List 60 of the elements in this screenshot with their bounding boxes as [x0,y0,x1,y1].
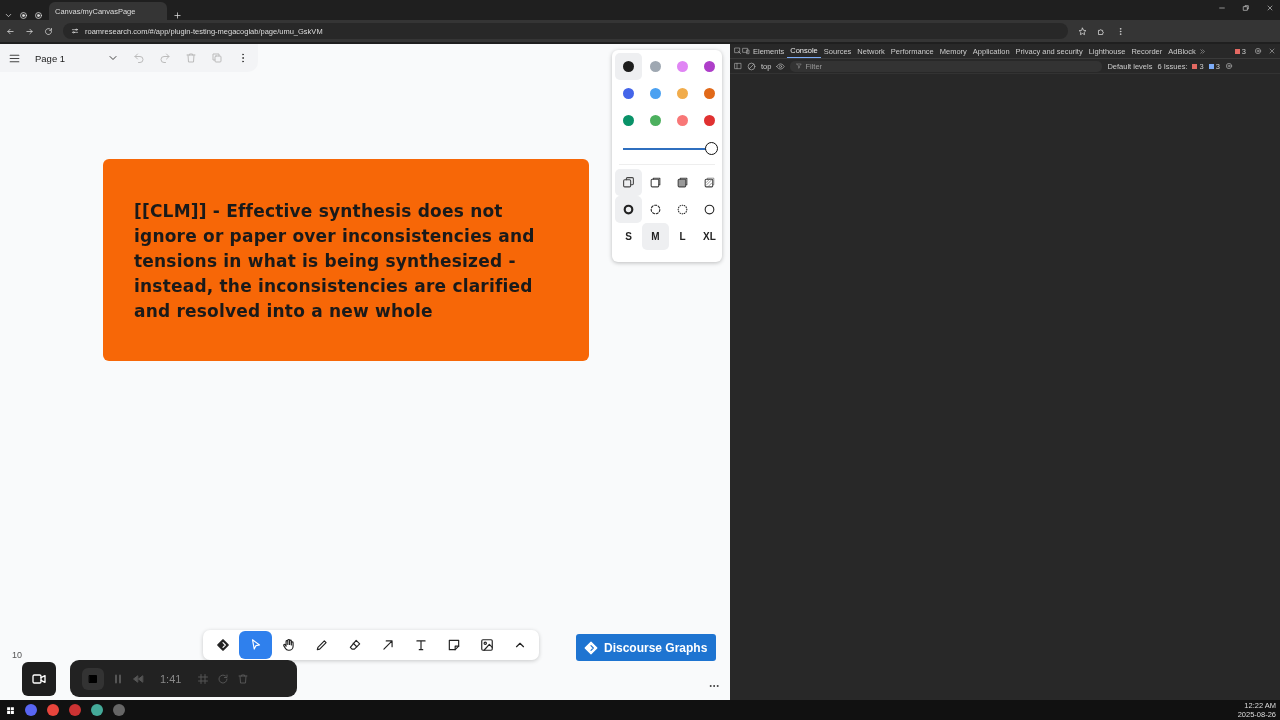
zoom-level[interactable]: 10 [12,650,22,660]
arrow-icon [380,638,395,652]
close-icon[interactable] [1266,4,1274,12]
menu-icon[interactable] [1116,26,1125,36]
chevron-double-right-icon[interactable] [1198,47,1206,55]
size-option[interactable]: M [642,223,669,250]
settings-icon[interactable] [1224,62,1233,70]
circle-icon [703,203,716,216]
text-icon [413,638,428,652]
settings-icon[interactable] [1254,47,1262,55]
device-icon[interactable] [742,47,750,55]
size-option[interactable]: L [669,223,696,250]
sticky-note-icon [446,638,461,652]
eraser-icon [347,638,362,652]
app-icon[interactable] [113,704,125,716]
back-icon[interactable] [6,26,15,36]
camera-button[interactable] [22,662,56,696]
star-icon[interactable] [1078,26,1087,36]
diamond-icon [215,638,230,652]
page-name[interactable]: Page 1 [35,52,93,64]
image-icon [479,638,494,652]
plus-icon[interactable] [173,11,182,20]
browser-icon[interactable] [47,704,59,716]
reload-icon[interactable] [44,26,53,36]
stop-icon [87,672,99,685]
eye-icon[interactable] [776,61,786,71]
circle-dashed-icon [649,203,662,216]
hand-icon [281,638,296,652]
app-icon[interactable] [25,704,37,716]
forward-icon[interactable] [25,26,34,36]
recording-time: 1:41 [160,672,182,685]
filter-icon [796,63,803,69]
color-swatch[interactable] [615,53,642,80]
discourse-graphs-button[interactable]: Discourse Graphs [576,634,716,661]
stroke-option[interactable] [615,196,642,223]
fill-pattern-icon [703,176,716,189]
sidebar-icon[interactable] [734,62,742,70]
video-camera-icon [31,671,47,687]
inspect-icon[interactable] [734,47,742,55]
fill-solid-icon [676,176,689,189]
fill-none-icon [622,176,635,189]
clear-icon[interactable] [747,61,756,71]
circle-thick-icon [622,203,635,216]
text-card[interactable]: [[CLM]] - Effective synthesis does not ignore or paper over inconsistencies and tensions in what is being synthesized - instead, the inconsistencies are clarified and resolved into a new whole [103,159,589,361]
size-option[interactable]: S [615,223,642,250]
fill-option[interactable] [615,169,642,196]
close-icon[interactable] [1268,47,1276,55]
windows-icon[interactable] [6,705,15,715]
restore-icon[interactable] [1242,4,1250,12]
size-option[interactable]: XL [696,223,723,250]
restart-icon[interactable] [217,672,230,685]
app-icon[interactable] [69,704,81,716]
diamond-icon [584,640,598,655]
circle-dotted-icon [676,203,689,216]
app-icon[interactable] [91,704,103,716]
chevron-down-icon[interactable] [4,11,13,20]
site-settings-icon [71,27,79,35]
pencil-icon [314,638,329,652]
fill-semi-icon [649,176,662,189]
puzzle-icon[interactable] [1097,26,1106,36]
